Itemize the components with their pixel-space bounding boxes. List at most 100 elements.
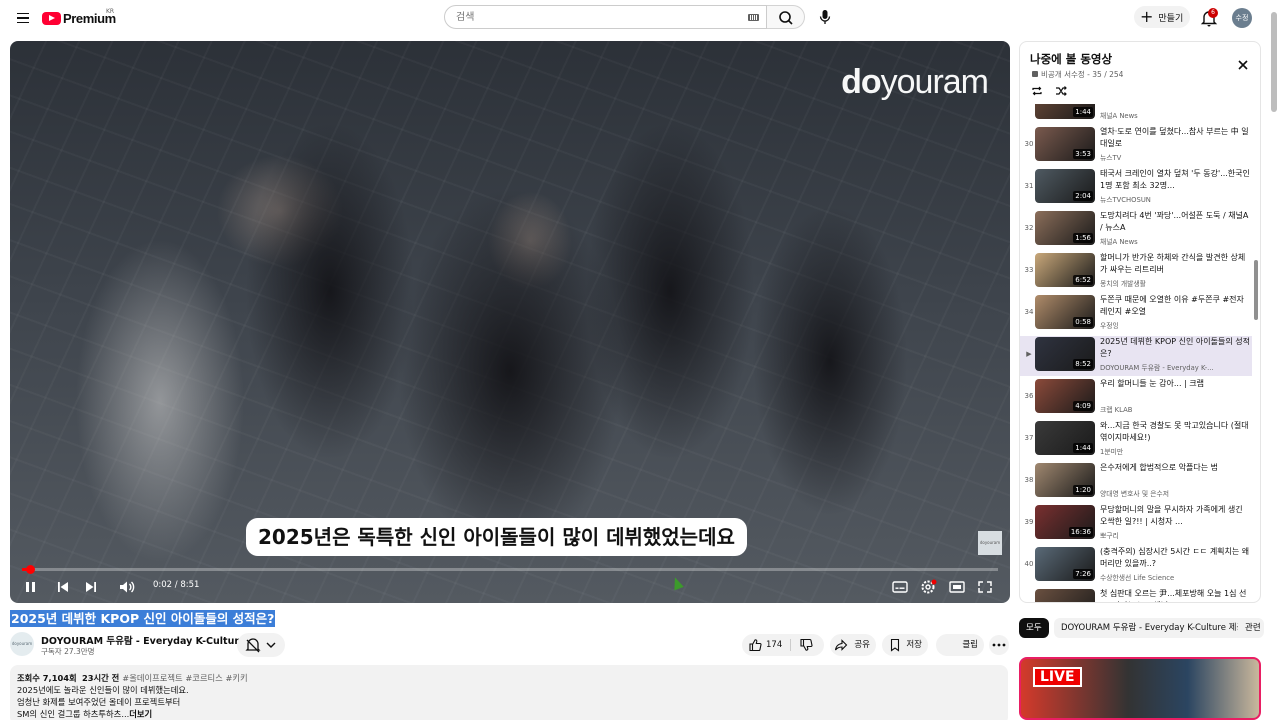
playlist-item-title[interactable]: 첫 심판대 오르는 尹...체포방해 오늘 1심 선고 [자막뉴스] / 채널A: [1100, 588, 1250, 602]
playlist-scrollbar[interactable]: [1254, 106, 1258, 600]
playlist-item[interactable]: ▶ 8:52 2025년 데뷔한 KPOP 신인 아이돌들의 성적은? DOYOURA…: [1020, 336, 1252, 376]
playlist-panel: 나중에 볼 동영상 비공개 서수정 - 35 / 254 1:44"비공개 수준…: [1019, 41, 1261, 603]
next-icon[interactable]: [80, 577, 102, 597]
playlist-item[interactable]: 30 3:53 열차·도로 연이를 덮쳤다...참사 부르는 中 일대일로 뉴스TV: [1020, 126, 1252, 166]
share-button[interactable]: 공유: [830, 634, 876, 656]
description-box[interactable]: 조회수 7,104회 23시간 전 #올데이프로젝트 #코르티스 #키키 2025…: [10, 665, 1008, 720]
playlist-item-title[interactable]: (충격주의) 심장시간 5시간 ㄷㄷ 계획치는 왜 머리만 있을까..?: [1100, 546, 1250, 570]
channel-watermark-button[interactable]: doyouram: [978, 531, 1002, 555]
search-button[interactable]: [767, 5, 805, 29]
playlist-item[interactable]: 32 1:56 도망치려다 4번 '꽈당'...어설픈 도둑 / 채널A / 뉴스A…: [1020, 210, 1252, 250]
loop-icon[interactable]: [1030, 84, 1044, 98]
playlist-item-title[interactable]: 무당할머니의 말을 무시하자 가족에게 생긴 오싹한 일?!! | 시청자 ..…: [1100, 504, 1250, 528]
search-input[interactable]: [456, 10, 726, 25]
menu-icon[interactable]: [12, 7, 34, 29]
playlist-item-thumbnail[interactable]: 6:52: [1035, 253, 1095, 287]
playlist-item[interactable]: 41 첫 심판대 오르는 尹...체포방해 오늘 1심 선고 [자막뉴스] / 채…: [1020, 588, 1252, 602]
playlist-item-thumbnail[interactable]: 1:44: [1035, 104, 1095, 119]
playlist-item-title[interactable]: 두쫀쿠 때문에 오열한 이유 #두쫀쿠 #전자레인지 #오열: [1100, 294, 1250, 318]
previous-icon[interactable]: [52, 577, 74, 597]
playlist-item-title[interactable]: 우리 할머니들 눈 감아... | 크랩: [1100, 378, 1250, 390]
create-label: 만들기: [1158, 13, 1184, 24]
chip-all[interactable]: 모두: [1019, 618, 1049, 638]
account-avatar[interactable]: 수정: [1232, 8, 1252, 28]
page-scrollbar[interactable]: [1271, 12, 1277, 112]
notification-count-badge: 6: [1208, 8, 1218, 18]
playlist-item-thumbnail[interactable]: 4:09: [1035, 379, 1095, 413]
more-actions-button[interactable]: [989, 635, 1009, 655]
playlist-item[interactable]: 34 0:58 두쫀쿠 때문에 오열한 이유 #두쫀쿠 #전자레인지 #오열 우정잉: [1020, 294, 1252, 334]
search-box[interactable]: [444, 5, 767, 29]
subtitles-icon[interactable]: [889, 577, 911, 597]
description-line: 2025년에도 놀라운 신인들이 많이 데뷔했는데요.: [17, 685, 189, 695]
playlist-item-thumbnail[interactable]: 1:56: [1035, 211, 1095, 245]
lock-icon: [1032, 71, 1038, 77]
video-player[interactable]: doyouram 2025년은 독특한 신인 아이돌들이 많이 데뷔했었는데요 …: [10, 41, 1010, 603]
playlist-item-thumbnail[interactable]: 3:53: [1035, 127, 1095, 161]
playlist-item-thumbnail[interactable]: 0:58: [1035, 295, 1095, 329]
clip-button[interactable]: 클립: [936, 634, 984, 656]
playlist-item-thumbnail[interactable]: 16:36: [1035, 505, 1095, 539]
scrubber-handle[interactable]: [25, 565, 35, 574]
live-badge: LIVE: [1033, 667, 1082, 687]
playlist-item-thumbnail[interactable]: 1:44: [1035, 421, 1095, 455]
create-button[interactable]: + 만들기: [1134, 6, 1190, 28]
playlist-item-thumbnail[interactable]: 2:04: [1035, 169, 1095, 203]
playlist-item-title[interactable]: 태국서 크레인이 열차 덮쳐 '두 동강'...한국인 1명 포함 최소 32명…: [1100, 168, 1250, 192]
thumbs-down-icon[interactable]: [799, 638, 813, 652]
volume-icon[interactable]: [116, 577, 138, 597]
playlist-item[interactable]: 31 2:04 태국서 크레인이 열차 덮쳐 '두 동강'...한국인 1명 포함 …: [1020, 168, 1252, 208]
progress-bar[interactable]: [22, 565, 998, 574]
hashtags[interactable]: #올데이프로젝트 #코르티스 #키키: [122, 673, 247, 683]
playlist-item-title[interactable]: 와...지금 한국 경찰도 못 막고있습니다 (절대 엮이지마세요!): [1100, 420, 1250, 444]
description-line: SM의 신인 걸그룹 하츠투하츠...더보기: [17, 709, 153, 719]
duration-badge: 2:04: [1073, 191, 1093, 201]
like-button[interactable]: 174: [742, 634, 790, 656]
playlist-item-channel: 채널A News: [1100, 112, 1138, 120]
duration-badge: 7:26: [1073, 569, 1093, 579]
subscriber-count: 구독자 27.3만명: [41, 647, 95, 656]
keyboard-icon[interactable]: [748, 14, 759, 21]
youtube-premium-logo[interactable]: Premium: [42, 9, 116, 27]
playlist-item-title[interactable]: 열차·도로 연이를 덮쳤다...참사 부르는 中 일대일로: [1100, 126, 1250, 150]
voice-search-button[interactable]: [813, 5, 837, 29]
playlist-item[interactable]: 37 1:44 와...지금 한국 경찰도 못 막고있습니다 (절대 엮이지마세요!…: [1020, 420, 1252, 460]
channel-avatar[interactable]: doyouram: [10, 632, 34, 656]
subscribed-notifications-button[interactable]: [237, 633, 285, 657]
plus-icon: +: [1140, 7, 1154, 26]
playlist-item[interactable]: 33 6:52 할머니가 반가운 하체와 간식을 발견한 상체가 싸우는 리트리버 몽…: [1020, 252, 1252, 292]
playlist-item[interactable]: 40 7:26 (충격주의) 심장시간 5시간 ㄷㄷ 계획치는 왜 머리만 있을까.…: [1020, 546, 1252, 586]
playlist-item-thumbnail[interactable]: [1035, 589, 1095, 602]
playlist-item-thumbnail[interactable]: 7:26: [1035, 547, 1095, 581]
playlist-item[interactable]: 39 16:36 무당할머니의 말을 무시하자 가족에게 생긴 오싹한 일?!! |…: [1020, 504, 1252, 544]
playlist-item[interactable]: 38 1:20 은수저에게 합법적으로 악플다는 법 양대영 변호사 및 은수저: [1020, 462, 1252, 502]
playlist-item-channel: 뉴스TVCHOSUN: [1100, 196, 1151, 204]
save-button[interactable]: 저장: [882, 634, 928, 656]
playlist-item-thumbnail[interactable]: 1:20: [1035, 463, 1095, 497]
playlist-item[interactable]: 36 4:09 우리 할머니들 눈 감아... | 크랩 크랩 KLAB: [1020, 378, 1252, 418]
shuffle-icon[interactable]: [1054, 84, 1068, 98]
duration-badge: 1:20: [1073, 485, 1093, 495]
playlist-item[interactable]: 1:44"비공개 수준의 ..."채널A News: [1020, 104, 1252, 124]
duration-badge: 1:44: [1073, 107, 1093, 117]
settings-gear-icon[interactable]: [917, 577, 939, 597]
theater-mode-icon[interactable]: [946, 577, 968, 597]
playlist-item-title[interactable]: 도망치려다 4번 '꽈당'...어설픈 도둑 / 채널A / 뉴스A: [1100, 210, 1250, 234]
playlist-item-title[interactable]: 2025년 데뷔한 KPOP 신인 아이돌들의 성적은?: [1100, 336, 1250, 360]
pause-icon[interactable]: [20, 577, 42, 597]
playlist-item-title[interactable]: 은수저에게 합법적으로 악플다는 법: [1100, 462, 1250, 474]
channel-name[interactable]: DOYOURAM 두유람 - Everyday K-Culture: [41, 633, 257, 647]
close-icon[interactable]: [1236, 58, 1250, 72]
recommended-video-thumbnail[interactable]: LIVE: [1019, 657, 1261, 720]
playlist-item-title[interactable]: 할머니가 반가운 하체와 간식을 발견한 상체가 싸우는 리트리버: [1100, 252, 1250, 276]
chip-related[interactable]: 관련: [1238, 618, 1264, 638]
duration-badge: 4:09: [1073, 401, 1093, 411]
show-more-link[interactable]: 더보기: [129, 709, 152, 719]
fullscreen-icon[interactable]: [974, 577, 996, 597]
playlist-scroll-thumb[interactable]: [1254, 260, 1258, 320]
duration-badge: 1:56: [1073, 233, 1093, 243]
playlist-title[interactable]: 나중에 볼 동영상: [1030, 51, 1112, 67]
playlist-item-thumbnail[interactable]: 8:52: [1035, 337, 1095, 371]
playlist-item-channel: 몽치의 개발생활: [1100, 280, 1146, 288]
chip-channel[interactable]: DOYOURAM 두유람 - Everyday K-Culture 제공: [1054, 618, 1252, 638]
